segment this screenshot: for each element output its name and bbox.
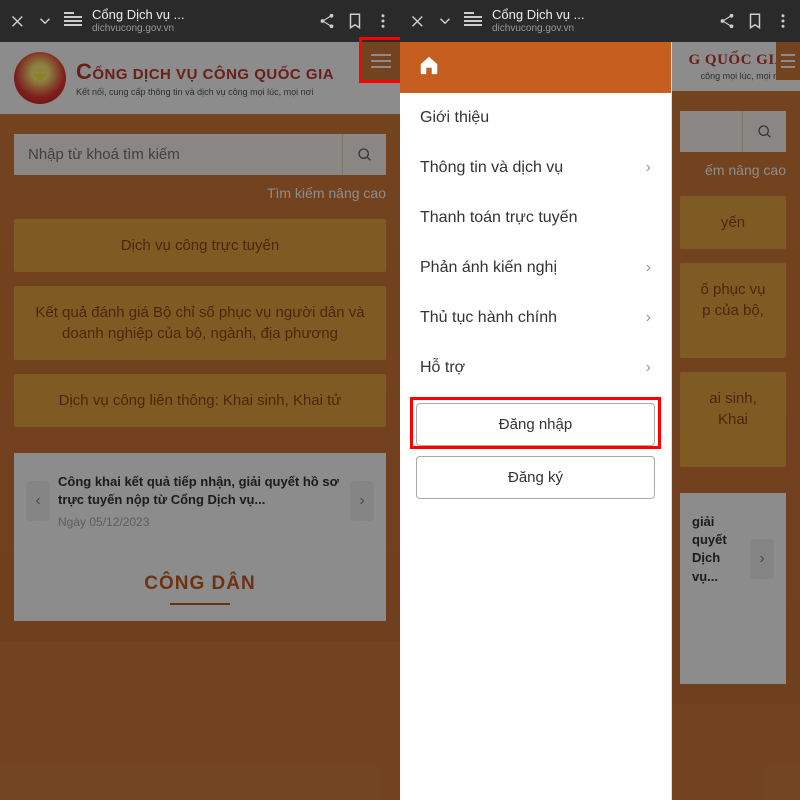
- chevron-down-icon[interactable]: [36, 12, 54, 30]
- nav-drawer: Giới thiệu Thông tin và dịch vụ› Thanh t…: [400, 42, 672, 800]
- dim-overlay: [0, 42, 400, 800]
- left-phone-screen: Cổng Dịch vụ ... dichvucong.gov.vn CỔNG …: [0, 0, 400, 800]
- drawer-item-support[interactable]: Hỗ trợ›: [400, 343, 671, 393]
- more-icon[interactable]: [774, 12, 792, 30]
- right-phone-screen: Cổng Dịch vụ ... dichvucong.gov.vn G QUỐ…: [400, 0, 800, 800]
- reader-mode-icon[interactable]: [464, 12, 482, 30]
- chevron-right-icon: ›: [646, 309, 651, 327]
- share-icon[interactable]: [318, 12, 336, 30]
- browser-title: Cổng Dịch vụ ... dichvucong.gov.vn: [492, 7, 708, 35]
- more-icon[interactable]: [374, 12, 392, 30]
- page-content: CỔNG DỊCH VỤ CÔNG QUỐC GIA Kết nối, cung…: [0, 42, 400, 800]
- drawer-item-feedback[interactable]: Phản ánh kiến nghị›: [400, 243, 671, 293]
- drawer-home-button[interactable]: [400, 42, 671, 93]
- browser-title: Cổng Dịch vụ ... dichvucong.gov.vn: [92, 7, 308, 35]
- browser-toolbar: Cổng Dịch vụ ... dichvucong.gov.vn: [0, 0, 400, 42]
- share-icon[interactable]: [718, 12, 736, 30]
- reader-mode-icon[interactable]: [64, 12, 82, 30]
- chevron-right-icon: ›: [646, 359, 651, 377]
- drawer-item-online-payment[interactable]: Thanh toán trực tuyến: [400, 193, 671, 243]
- close-icon[interactable]: [408, 12, 426, 30]
- bookmark-icon[interactable]: [346, 12, 364, 30]
- drawer-item-intro[interactable]: Giới thiệu: [400, 93, 671, 143]
- bookmark-icon[interactable]: [746, 12, 764, 30]
- register-button[interactable]: Đăng ký: [416, 456, 655, 499]
- drawer-item-info-services[interactable]: Thông tin và dịch vụ›: [400, 143, 671, 193]
- chevron-down-icon[interactable]: [436, 12, 454, 30]
- chevron-right-icon: ›: [646, 259, 651, 277]
- highlight-login: [410, 397, 661, 449]
- home-icon: [418, 54, 440, 76]
- drawer-item-admin-procedures[interactable]: Thủ tục hành chính›: [400, 293, 671, 343]
- highlight-hamburger: [359, 37, 400, 83]
- chevron-right-icon: ›: [646, 159, 651, 177]
- close-icon[interactable]: [8, 12, 26, 30]
- browser-toolbar: Cổng Dịch vụ ... dichvucong.gov.vn: [400, 0, 800, 42]
